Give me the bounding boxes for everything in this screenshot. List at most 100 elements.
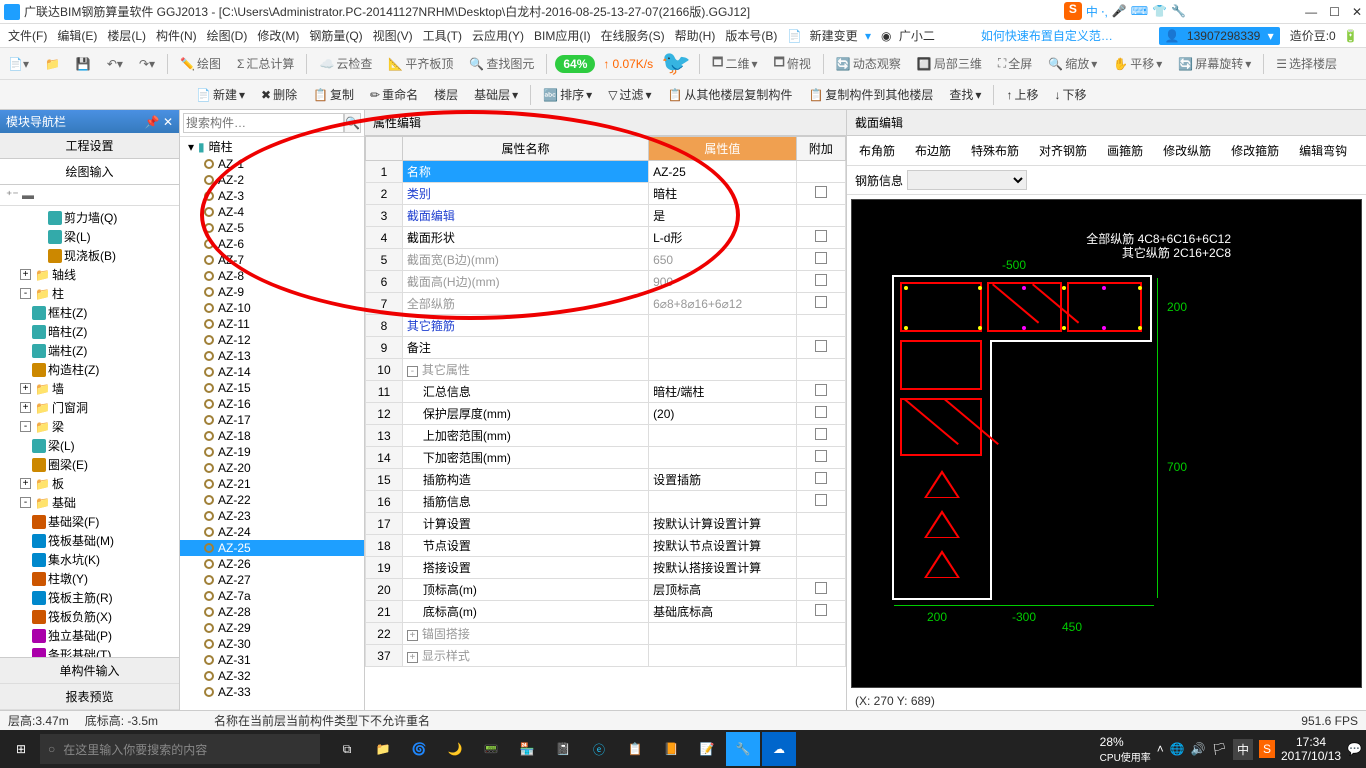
nav-node[interactable]: 基础梁(F): [4, 512, 175, 531]
list-item[interactable]: AZ-6: [180, 236, 364, 252]
nav-node[interactable]: 剪力墙(Q): [4, 208, 175, 227]
nav-node[interactable]: 筏板主筋(R): [4, 588, 175, 607]
prop-row[interactable]: 1名称AZ-25: [366, 161, 846, 183]
prop-row[interactable]: 11汇总信息暗柱/端柱: [366, 381, 846, 403]
mic-icon[interactable]: 🎤: [1112, 4, 1127, 18]
list-item[interactable]: AZ-10: [180, 300, 364, 316]
nav-node[interactable]: 筏板负筋(X): [4, 607, 175, 626]
tb-app6-icon[interactable]: 📓: [546, 732, 580, 766]
user-radio[interactable]: ◉ 广小二: [877, 25, 943, 46]
list-item[interactable]: AZ-28: [180, 604, 364, 620]
section-tab[interactable]: 对齐钢筋: [1035, 140, 1091, 161]
sum-button[interactable]: Σ 汇总计算: [233, 53, 298, 74]
nav-tab-project[interactable]: 工程设置: [0, 133, 179, 158]
rename-button[interactable]: ✏ 重命名: [366, 84, 422, 105]
new-change-button[interactable]: 📄 新建变更 ▾: [783, 25, 875, 46]
nav-footer-report[interactable]: 报表预览: [0, 684, 179, 710]
tb-app10-icon[interactable]: 📝: [690, 732, 724, 766]
nav-node[interactable]: 现浇板(B): [4, 246, 175, 265]
find-button[interactable]: 查找 ▾: [945, 84, 985, 105]
prop-row[interactable]: 37+显示样式: [366, 645, 846, 667]
tb-app5-icon[interactable]: 🏪: [510, 732, 544, 766]
menu-view[interactable]: 视图(V): [369, 25, 417, 46]
nav-node[interactable]: 独立基础(P): [4, 626, 175, 645]
list-item[interactable]: AZ-29: [180, 620, 364, 636]
tray-net-icon[interactable]: 🌐: [1170, 742, 1185, 756]
nav-node[interactable]: 构造柱(Z): [4, 360, 175, 379]
prop-row[interactable]: 9备注: [366, 337, 846, 359]
minimize-button[interactable]: —: [1305, 5, 1317, 19]
section-tab[interactable]: 布角筋: [855, 140, 899, 161]
prop-row[interactable]: 5截面宽(B边)(mm)650: [366, 249, 846, 271]
list-item[interactable]: AZ-21: [180, 476, 364, 492]
move-up-button[interactable]: ↑ 上移: [1002, 84, 1042, 105]
list-item[interactable]: AZ-16: [180, 396, 364, 412]
menu-help[interactable]: 帮助(H): [671, 25, 720, 46]
list-item[interactable]: AZ-3: [180, 188, 364, 204]
delete-button[interactable]: ✖ 删除: [257, 84, 301, 105]
prop-row[interactable]: 22+锚固搭接: [366, 623, 846, 645]
nav-node[interactable]: 暗柱(Z): [4, 322, 175, 341]
tb-app9-icon[interactable]: 📙: [654, 732, 688, 766]
nav-close-icon[interactable]: ✕: [163, 115, 173, 129]
menu-tools[interactable]: 工具(T): [419, 25, 466, 46]
list-item[interactable]: AZ-25: [180, 540, 364, 556]
list-item[interactable]: AZ-7: [180, 252, 364, 268]
list-item[interactable]: AZ-31: [180, 652, 364, 668]
menu-component[interactable]: 构件(N): [152, 25, 201, 46]
menu-modify[interactable]: 修改(M): [253, 25, 303, 46]
ime-cn-icon[interactable]: 中 ⸱,: [1086, 3, 1108, 20]
section-tab[interactable]: 编辑弯钩: [1295, 140, 1351, 161]
bird-icon[interactable]: 🐦: [661, 49, 691, 78]
nav-node[interactable]: +📁门窗洞: [4, 398, 175, 417]
nav-node[interactable]: 框柱(Z): [4, 303, 175, 322]
sogou-icon[interactable]: S: [1064, 2, 1082, 20]
section-tab[interactable]: 特殊布筋: [967, 140, 1023, 161]
tb-app3-icon[interactable]: 🌙: [438, 732, 472, 766]
nav-node[interactable]: 梁(L): [4, 227, 175, 246]
shirt-icon[interactable]: 👕: [1152, 4, 1167, 18]
menu-edit[interactable]: 编辑(E): [53, 25, 101, 46]
nav-node[interactable]: 柱墩(Y): [4, 569, 175, 588]
section-tab[interactable]: 布边筋: [911, 140, 955, 161]
tb-app1-icon[interactable]: 📁: [366, 732, 400, 766]
pan-button[interactable]: ✋ 平移 ▾: [1109, 53, 1166, 74]
maximize-button[interactable]: ☐: [1329, 5, 1340, 19]
list-item[interactable]: AZ-2: [180, 172, 364, 188]
flat-top-button[interactable]: 📐 平齐板顶: [384, 53, 457, 74]
nav-node[interactable]: +📁墙: [4, 379, 175, 398]
prop-row[interactable]: 17计算设置按默认计算设置计算: [366, 513, 846, 535]
fullscreen-button[interactable]: ⛶ 全屏: [994, 53, 1036, 74]
nav-footer-single[interactable]: 单构件输入: [0, 658, 179, 684]
nav-node[interactable]: 筏板基础(M): [4, 531, 175, 550]
tray-vol-icon[interactable]: 🔊: [1191, 742, 1206, 756]
prop-row[interactable]: 12保护层厚度(mm)(20): [366, 403, 846, 425]
tb-app8-icon[interactable]: 📋: [618, 732, 652, 766]
search-button[interactable]: 🔍: [344, 113, 361, 133]
tray-up-icon[interactable]: ˄: [1157, 742, 1164, 756]
find-element-button[interactable]: 🔍 查找图元: [465, 53, 538, 74]
prop-row[interactable]: 14下加密范围(mm): [366, 447, 846, 469]
dynamic-view-button[interactable]: 🔄 动态观察: [832, 53, 905, 74]
move-down-button[interactable]: ↓ 下移: [1050, 84, 1090, 105]
list-item[interactable]: AZ-13: [180, 348, 364, 364]
tray-notif-icon[interactable]: 💬: [1347, 742, 1362, 756]
list-item[interactable]: AZ-1: [180, 156, 364, 172]
section-tab[interactable]: 画箍筋: [1103, 140, 1147, 161]
undo-button[interactable]: ↶▾: [103, 55, 127, 73]
list-item[interactable]: AZ-15: [180, 380, 364, 396]
save-button[interactable]: 💾: [72, 55, 95, 73]
nav-node[interactable]: 梁(L): [4, 436, 175, 455]
nav-node[interactable]: 集水坑(K): [4, 550, 175, 569]
copy-button[interactable]: 📋 复制: [309, 84, 358, 105]
redo-button[interactable]: ↷▾: [135, 55, 159, 73]
menu-bim[interactable]: BIM应用(I): [530, 25, 595, 46]
nav-pin-icon[interactable]: 📌: [145, 115, 160, 129]
list-item[interactable]: AZ-33: [180, 684, 364, 700]
part3d-button[interactable]: 🔲 局部三维: [913, 53, 986, 74]
nav-tab-draw[interactable]: 绘图输入: [0, 159, 179, 184]
nav-node[interactable]: 条形基础(T): [4, 645, 175, 657]
prop-row[interactable]: 13上加密范围(mm): [366, 425, 846, 447]
prop-row[interactable]: 8其它箍筋: [366, 315, 846, 337]
list-item[interactable]: AZ-8: [180, 268, 364, 284]
